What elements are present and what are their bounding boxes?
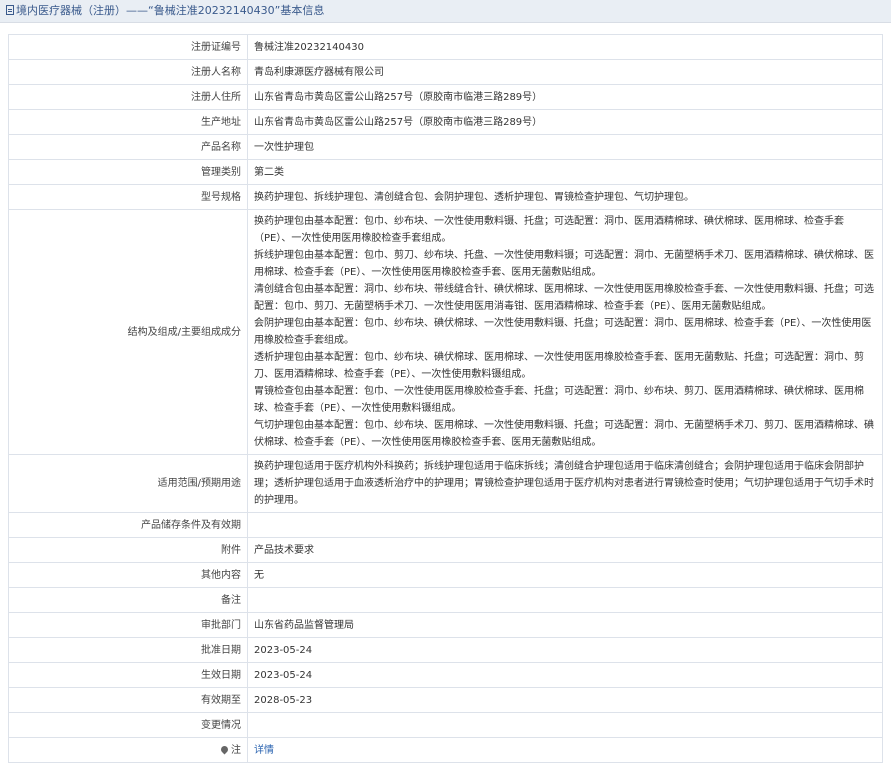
row-address: 注册人住所 山东省青岛市黄岛区雷公山路257号（原胶南市临港三路289号） (8, 84, 883, 110)
detail-link[interactable]: 详情 (254, 745, 274, 756)
note-label: 注 (231, 744, 241, 756)
product-name-label: 产品名称 (8, 134, 248, 160)
reg-no-value: 鲁械注准20232140430 (247, 34, 883, 60)
category-label: 管理类别 (8, 159, 248, 185)
document-icon (6, 5, 14, 15)
registrant-value: 青岛利康源医疗器械有限公司 (247, 59, 883, 85)
composition-line: 胃镜检查包由基本配置：包巾、一次性使用医用橡胶检查手套、托盘；可选配置：洞巾、纱… (254, 386, 864, 414)
row-production-address: 生产地址 山东省青岛市黄岛区雷公山路257号（原胶南市临港三路289号） (8, 109, 883, 135)
row-storage: 产品储存条件及有效期 (8, 512, 883, 538)
row-note: 注 详情 (8, 737, 883, 763)
row-approval-date: 批准日期 2023-05-24 (8, 637, 883, 663)
row-reg-no: 注册证编号 鲁械注准20232140430 (8, 34, 883, 60)
row-dept: 审批部门 山东省药品监督管理局 (8, 612, 883, 638)
row-category: 管理类别 第二类 (8, 159, 883, 185)
address-value: 山东省青岛市黄岛区雷公山路257号（原胶南市临港三路289号） (247, 84, 883, 110)
row-registrant: 注册人名称 青岛利康源医疗器械有限公司 (8, 59, 883, 85)
row-models: 型号规格 换药护理包、拆线护理包、清创缝合包、会阴护理包、透析护理包、胃镜检查护… (8, 184, 883, 210)
dept-value: 山东省药品监督管理局 (247, 612, 883, 638)
storage-value (247, 512, 883, 538)
row-composition: 结构及组成/主要组成成分 换药护理包由基本配置：包巾、纱布块、一次性使用敷料镊、… (8, 209, 883, 455)
registrant-label: 注册人名称 (8, 59, 248, 85)
row-product-name: 产品名称 一次性护理包 (8, 134, 883, 160)
row-remark: 备注 (8, 587, 883, 613)
page-title: 境内医疗器械（注册）——“鲁械注准20232140430”基本信息 (16, 4, 325, 17)
product-name-value: 一次性护理包 (247, 134, 883, 160)
info-table-container: 注册证编号 鲁械注准20232140430 注册人名称 青岛利康源医疗器械有限公… (8, 34, 883, 763)
remark-label: 备注 (8, 587, 248, 613)
address-label: 注册人住所 (8, 84, 248, 110)
composition-line: 拆线护理包由基本配置：包巾、剪刀、纱布块、托盘、一次性使用敷料镊；可选配置：洞巾… (254, 250, 874, 278)
expiry-date-value: 2028-05-23 (247, 687, 883, 713)
changes-value (247, 712, 883, 738)
row-scope: 适用范围/预期用途 换药护理包适用于医疗机构外科换药；拆线护理包适用于临床拆线；… (8, 454, 883, 513)
row-attachment: 附件 产品技术要求 (8, 537, 883, 563)
attachment-label: 附件 (8, 537, 248, 563)
scope-label: 适用范围/预期用途 (8, 454, 248, 513)
page-title-bar: 境内医疗器械（注册）——“鲁械注准20232140430”基本信息 (0, 0, 891, 23)
row-expiry-date: 有效期至 2028-05-23 (8, 687, 883, 713)
other-label: 其他内容 (8, 562, 248, 588)
production-address-value: 山东省青岛市黄岛区雷公山路257号（原胶南市临港三路289号） (247, 109, 883, 135)
attachment-value: 产品技术要求 (247, 537, 883, 563)
other-value: 无 (247, 562, 883, 588)
composition-line: 会阴护理包由基本配置：包巾、纱布块、碘伏棉球、一次性使用敷料镊、托盘；可选配置：… (254, 318, 872, 346)
row-other: 其他内容 无 (8, 562, 883, 588)
approval-date-value: 2023-05-24 (247, 637, 883, 663)
row-effective-date: 生效日期 2023-05-24 (8, 662, 883, 688)
production-address-label: 生产地址 (8, 109, 248, 135)
effective-date-label: 生效日期 (8, 662, 248, 688)
effective-date-value: 2023-05-24 (247, 662, 883, 688)
pin-icon (219, 744, 230, 754)
remark-value (247, 587, 883, 613)
note-label-cell: 注 (8, 737, 248, 763)
composition-line: 透析护理包由基本配置：包巾、纱布块、碘伏棉球、医用棉球、一次性使用医用橡胶检查手… (254, 352, 864, 380)
approval-date-label: 批准日期 (8, 637, 248, 663)
models-label: 型号规格 (8, 184, 248, 210)
row-changes: 变更情况 (8, 712, 883, 738)
composition-value: 换药护理包由基本配置：包巾、纱布块、一次性使用敷料镊、托盘；可选配置：洞巾、医用… (247, 209, 883, 455)
models-value: 换药护理包、拆线护理包、清创缝合包、会阴护理包、透析护理包、胃镜检查护理包、气切… (247, 184, 883, 210)
composition-line: 气切护理包由基本配置：包巾、纱布块、医用棉球、一次性使用敷料镊、托盘；可选配置：… (254, 420, 874, 448)
info-table: 注册证编号 鲁械注准20232140430 注册人名称 青岛利康源医疗器械有限公… (8, 34, 883, 763)
storage-label: 产品储存条件及有效期 (8, 512, 248, 538)
category-value: 第二类 (247, 159, 883, 185)
scope-value: 换药护理包适用于医疗机构外科换药；拆线护理包适用于临床拆线；清创缝合护理包适用于… (247, 454, 883, 513)
changes-label: 变更情况 (8, 712, 248, 738)
expiry-date-label: 有效期至 (8, 687, 248, 713)
composition-line: 清创缝合包由基本配置：洞巾、纱布块、带线缝合针、碘伏棉球、医用棉球、一次性使用医… (254, 284, 874, 312)
composition-line: 换药护理包由基本配置：包巾、纱布块、一次性使用敷料镊、托盘；可选配置：洞巾、医用… (254, 216, 844, 244)
note-value: 详情 (247, 737, 883, 763)
reg-no-label: 注册证编号 (8, 34, 248, 60)
composition-label: 结构及组成/主要组成成分 (8, 209, 248, 455)
dept-label: 审批部门 (8, 612, 248, 638)
